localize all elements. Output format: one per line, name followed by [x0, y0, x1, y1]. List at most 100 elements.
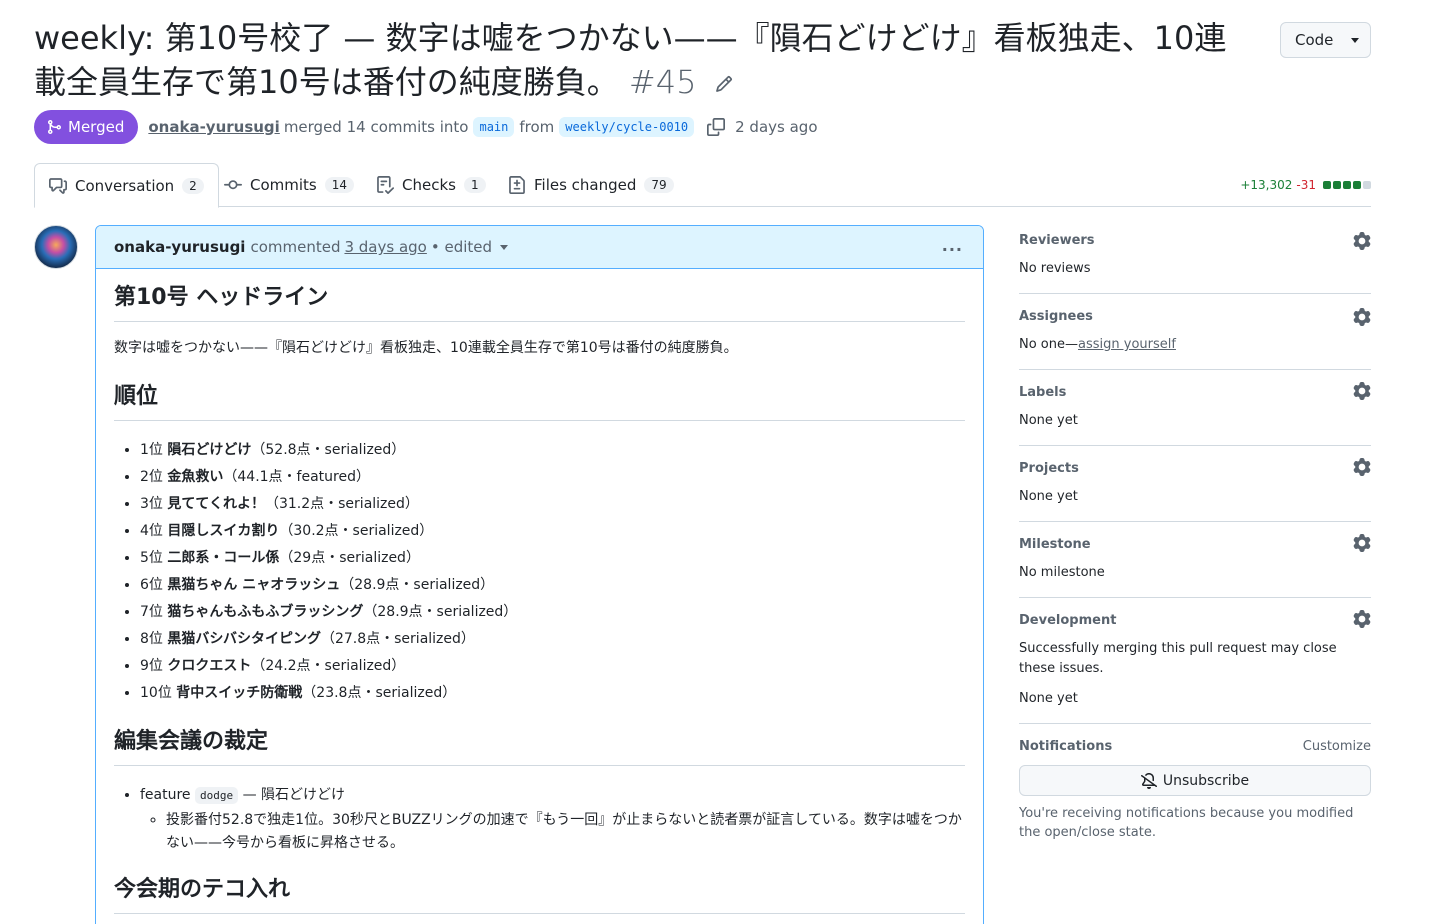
from-text: from	[519, 118, 555, 136]
gear-icon[interactable]	[1353, 308, 1371, 326]
gear-icon[interactable]	[1353, 610, 1371, 628]
edited-menu[interactable]: • edited	[431, 238, 492, 256]
decision-label: feature	[140, 787, 191, 803]
kebab-horizontal-icon[interactable]: ···	[942, 240, 963, 259]
customize-link[interactable]: Customize	[1303, 739, 1371, 754]
rank-label: 1位	[140, 442, 163, 458]
comment-time[interactable]: 3 days ago	[344, 238, 426, 256]
list-item: 投影番付52.8で独走1位。30秒尺とBUZZリングの加速で『もう一回』が止まら…	[166, 809, 965, 855]
decision-list: feature dodge — 隕石どけどけ 投影番付52.8で独走1位。30秒…	[114, 782, 965, 855]
diff-additions: +13,302	[1240, 178, 1293, 192]
code-button-label: Code	[1295, 31, 1334, 49]
tab-conversation[interactable]: Conversation 2	[34, 163, 219, 208]
pr-tabs: Conversation 2 Commits 14 Checks 1 Files…	[34, 163, 1371, 208]
pr-title: weekly: 第10号校了 — 数字は嘘をつかない——『隕石どけどけ』看板独走…	[34, 16, 1234, 104]
sidebar-value: None yet	[1019, 413, 1078, 428]
rank-title: 見ててくれよ！	[167, 496, 265, 512]
notification-note: You're receiving notifications because y…	[1019, 806, 1354, 840]
tab-label: Commits	[250, 176, 317, 194]
diffstat-bar	[1323, 181, 1371, 189]
sidebar-milestone: Milestone No milestone	[1019, 522, 1371, 598]
rank-label: 2位	[140, 469, 163, 485]
unsubscribe-label: Unsubscribe	[1162, 772, 1250, 789]
tab-files-changed[interactable]: Files changed 79	[508, 163, 674, 207]
list-item: 2位 金魚救い（44.1点・featured）	[140, 464, 965, 491]
rank-detail: （28.9点・serialized）	[340, 577, 495, 593]
code-button[interactable]: Code	[1280, 22, 1371, 58]
diffstat-block	[1323, 181, 1331, 189]
list-item: 3位 見ててくれよ！（31.2点・serialized）	[140, 491, 965, 518]
pr-meta: Merged onaka-yurusugi merged 14 commits …	[34, 110, 818, 144]
diffstat: +13,302 -31	[1240, 178, 1371, 192]
sidebar-title: Reviewers	[1019, 233, 1095, 248]
sidebar-assignees: Assignees No one—assign yourself	[1019, 294, 1371, 370]
pencil-icon[interactable]	[715, 75, 733, 93]
unsubscribe-button[interactable]: Unsubscribe	[1019, 765, 1371, 796]
list-item: feature dodge — 隕石どけどけ 投影番付52.8で独走1位。30秒…	[140, 782, 965, 855]
rank-title: クロクエスト	[167, 658, 252, 674]
chevron-down-icon	[1351, 37, 1360, 43]
tab-label: Files changed	[534, 176, 637, 194]
rank-detail: （44.1点・featured）	[223, 469, 370, 485]
sidebar-title: Assignees	[1019, 309, 1093, 324]
decision-rest: — 隕石どけどけ	[242, 787, 346, 803]
rank-detail: （30.2点・serialized）	[279, 523, 434, 539]
gear-icon[interactable]	[1353, 232, 1371, 250]
sidebar-value: None yet	[1019, 691, 1078, 706]
rank-title: 黒猫ちゃん ニャオラッシュ	[167, 577, 341, 593]
inline-code: dodge	[195, 787, 239, 804]
diffstat-block	[1353, 181, 1361, 189]
rank-detail: （23.8点・serialized）	[302, 685, 457, 701]
list-item: 6位 黒猫ちゃん ニャオラッシュ（28.9点・serialized）	[140, 572, 965, 599]
list-item: 4位 目隠しスイカ割り（30.2点・serialized）	[140, 518, 965, 545]
sidebar-value: No milestone	[1019, 565, 1105, 580]
checklist-icon	[377, 176, 394, 194]
comment-card: onaka-yurusugi commented 3 days ago • ed…	[95, 225, 984, 924]
base-branch[interactable]: main	[473, 117, 515, 137]
comment-header: onaka-yurusugi commented 3 days ago • ed…	[96, 226, 983, 269]
sidebar-notifications: Notifications Customize Unsubscribe You'…	[1019, 724, 1371, 856]
copy-icon[interactable]	[707, 118, 726, 136]
rank-detail: （24.2点・serialized）	[251, 658, 406, 674]
tab-label: Checks	[402, 176, 456, 194]
status-label: Merged	[68, 118, 125, 136]
rank-label: 3位	[140, 496, 163, 512]
rank-label: 9位	[140, 658, 163, 674]
gear-icon[interactable]	[1353, 534, 1371, 552]
rank-title: 背中スイッチ防衛戦	[176, 685, 303, 701]
assignees-none: No one—	[1019, 337, 1079, 352]
author-link[interactable]: onaka-yurusugi	[148, 118, 279, 136]
tab-counter: 14	[324, 177, 355, 193]
rank-detail: （27.8点・serialized）	[320, 631, 475, 647]
heading-decision: 編集会議の裁定	[114, 727, 965, 766]
sidebar-value: No one—assign yourself	[1019, 335, 1371, 355]
bell-slash-icon	[1140, 772, 1157, 789]
rank-label: 4位	[140, 523, 163, 539]
comment-author[interactable]: onaka-yurusugi	[114, 238, 245, 256]
tab-commits[interactable]: Commits 14	[224, 163, 355, 207]
rank-detail: （52.8点・serialized）	[251, 442, 406, 458]
development-desc: Successfully merging this pull request m…	[1019, 641, 1337, 676]
merge-time: 2 days ago	[735, 118, 818, 136]
sidebar-labels: Labels None yet	[1019, 370, 1371, 446]
rank-detail: （28.9点・serialized）	[363, 604, 518, 620]
head-branch[interactable]: weekly/cycle-0010	[559, 117, 695, 137]
comment-action: commented	[250, 238, 341, 256]
list-item: 5位 二郎系・コール係（29点・serialized）	[140, 545, 965, 572]
rank-label: 6位	[140, 577, 163, 593]
tab-counter: 2	[182, 177, 204, 194]
chevron-down-icon[interactable]	[500, 244, 509, 250]
rank-title: 黒猫バシバシタイピング	[167, 631, 321, 647]
git-commit-icon	[224, 180, 242, 190]
rank-detail: （31.2点・serialized）	[264, 496, 419, 512]
tab-checks[interactable]: Checks 1	[376, 163, 486, 207]
tab-label: Conversation	[75, 176, 175, 195]
diffstat-block	[1363, 181, 1371, 189]
gear-icon[interactable]	[1353, 382, 1371, 400]
sidebar-title: Projects	[1019, 461, 1079, 476]
assign-yourself-link[interactable]: assign yourself	[1078, 337, 1176, 352]
list-item: 8位 黒猫バシバシタイピング（27.8点・serialized）	[140, 626, 965, 653]
gear-icon[interactable]	[1353, 458, 1371, 476]
avatar[interactable]	[34, 225, 78, 269]
sidebar-value: None yet	[1019, 489, 1078, 504]
